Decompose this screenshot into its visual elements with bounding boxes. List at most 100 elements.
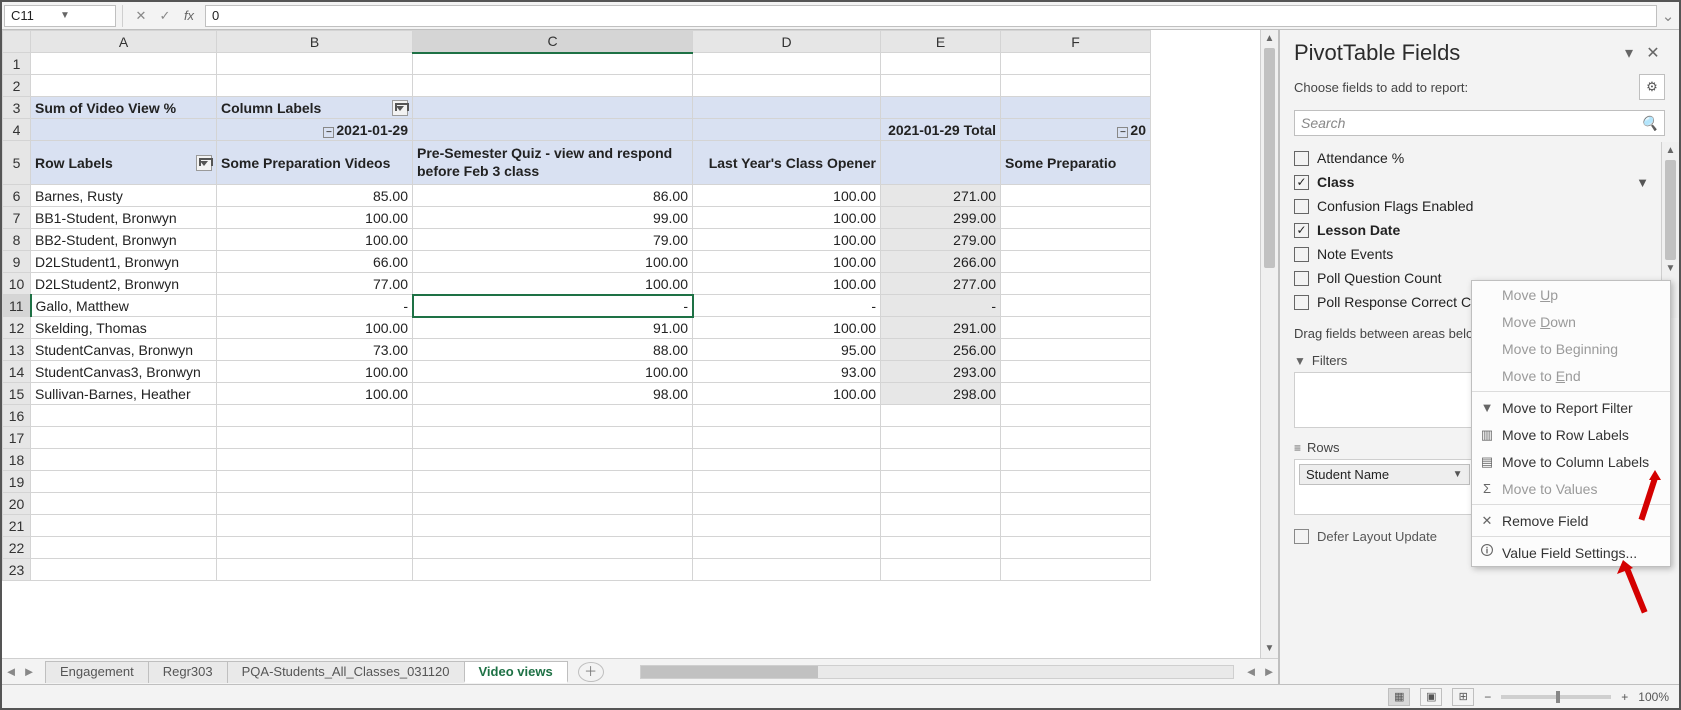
row-header-22[interactable]: 22 [3, 537, 31, 559]
row-label[interactable]: Sullivan-Barnes, Heather [31, 383, 217, 405]
cell[interactable] [693, 449, 881, 471]
val-a[interactable]: 100.00 [217, 229, 413, 251]
vertical-scrollbar[interactable]: ▲ ▼ [1260, 30, 1278, 658]
val-total[interactable]: 277.00 [881, 273, 1001, 295]
row-header-16[interactable]: 16 [3, 405, 31, 427]
subcol-next[interactable]: Some Preparatio [1001, 141, 1151, 185]
row-header-14[interactable]: 14 [3, 361, 31, 383]
cell[interactable] [693, 427, 881, 449]
h-scroll-thumb[interactable] [641, 666, 819, 678]
val-b[interactable]: 100.00 [413, 273, 693, 295]
view-page-layout-icon[interactable]: ▣ [1420, 688, 1442, 706]
row-header-3[interactable]: 3 [3, 97, 31, 119]
cell[interactable] [881, 53, 1001, 75]
pivot-corner[interactable]: Sum of Video View % [31, 97, 217, 119]
horizontal-scrollbar[interactable] [640, 665, 1234, 679]
val-c[interactable]: 93.00 [693, 361, 881, 383]
cell[interactable] [413, 97, 693, 119]
fx-icon[interactable]: fx [177, 8, 201, 23]
h-scroll-right-icon[interactable]: ► [1260, 664, 1278, 679]
cell[interactable] [413, 75, 693, 97]
row-header-6[interactable]: 6 [3, 185, 31, 207]
cell[interactable] [881, 97, 1001, 119]
col-header-D[interactable]: D [693, 31, 881, 53]
val-a[interactable]: 73.00 [217, 339, 413, 361]
val-b[interactable]: 79.00 [413, 229, 693, 251]
field-search-input[interactable]: Search 🔍 [1294, 110, 1665, 136]
field-class[interactable]: ✓Class▼ [1294, 170, 1659, 194]
row-header-11[interactable]: 11 [3, 295, 31, 317]
row-header-4[interactable]: 4 [3, 119, 31, 141]
row-header-17[interactable]: 17 [3, 427, 31, 449]
menu-move-values[interactable]: ΣMove to Values [1472, 475, 1670, 502]
cell[interactable] [881, 141, 1001, 185]
row-label[interactable]: StudentCanvas, Bronwyn [31, 339, 217, 361]
cell[interactable] [1001, 207, 1151, 229]
spreadsheet-grid[interactable]: A B C D E F 123Sum of Video View %Column… [2, 30, 1151, 581]
row-header-20[interactable]: 20 [3, 493, 31, 515]
cell[interactable] [1001, 515, 1151, 537]
field-checkbox[interactable] [1294, 271, 1309, 286]
filters-drop-area[interactable] [1294, 372, 1475, 428]
h-scroll-left-icon[interactable]: ◄ [1242, 664, 1260, 679]
cell[interactable] [31, 75, 217, 97]
cell[interactable] [217, 427, 413, 449]
cell[interactable] [1001, 295, 1151, 317]
menu-move-beginning[interactable]: Move to Beginning [1472, 335, 1670, 362]
cell[interactable] [413, 119, 693, 141]
row-header-10[interactable]: 10 [3, 273, 31, 295]
val-total[interactable]: 291.00 [881, 317, 1001, 339]
expand-formula-icon[interactable]: ⌄ [1661, 7, 1679, 25]
zoom-level[interactable]: 100% [1638, 690, 1669, 704]
cell[interactable] [413, 559, 693, 581]
cell[interactable] [217, 471, 413, 493]
row-label[interactable]: D2LStudent2, Bronwyn [31, 273, 217, 295]
scroll-up-icon[interactable]: ▲ [1261, 30, 1278, 48]
field-confusion-flags-enabled[interactable]: Confusion Flags Enabled [1294, 194, 1659, 218]
cell[interactable] [217, 493, 413, 515]
cell[interactable] [413, 471, 693, 493]
field-lesson-date[interactable]: ✓Lesson Date [1294, 218, 1659, 242]
cell[interactable] [693, 515, 881, 537]
row-header-5[interactable]: 5 [3, 141, 31, 185]
row-header-15[interactable]: 15 [3, 383, 31, 405]
val-a[interactable]: 77.00 [217, 273, 413, 295]
cell[interactable] [31, 427, 217, 449]
cell[interactable] [217, 537, 413, 559]
cell[interactable] [31, 449, 217, 471]
field-checkbox[interactable] [1294, 295, 1309, 310]
cell[interactable] [881, 537, 1001, 559]
val-total[interactable]: 266.00 [881, 251, 1001, 273]
cell[interactable] [413, 515, 693, 537]
menu-value-field-settings[interactable]: 🛈Value Field Settings... [1472, 539, 1670, 566]
sheet-tab-pqa-students-all-classes-031120[interactable]: PQA-Students_All_Classes_031120 [227, 661, 465, 683]
cell[interactable] [413, 427, 693, 449]
val-b[interactable]: 88.00 [413, 339, 693, 361]
val-a[interactable]: 100.00 [217, 207, 413, 229]
formula-input[interactable]: 0 [205, 5, 1657, 27]
val-total[interactable]: - [881, 295, 1001, 317]
cell[interactable] [1001, 537, 1151, 559]
field-checkbox[interactable]: ✓ [1294, 223, 1309, 238]
cell[interactable] [413, 493, 693, 515]
val-b[interactable]: - [413, 295, 693, 317]
pane-close-icon[interactable]: ✕ [1641, 43, 1665, 63]
val-total[interactable]: 298.00 [881, 383, 1001, 405]
cell[interactable] [693, 493, 881, 515]
rows-pill-student-name[interactable]: Student Name ▼ [1299, 464, 1470, 485]
fl-scroll-thumb[interactable] [1665, 160, 1676, 260]
cell[interactable] [1001, 493, 1151, 515]
tab-nav-prev-icon[interactable]: ◄ [2, 664, 20, 679]
enter-icon[interactable]: ✓ [153, 8, 177, 24]
cell[interactable] [693, 471, 881, 493]
menu-move-report-filter[interactable]: ▼Move to Report Filter [1472, 394, 1670, 421]
next-date-group-cell[interactable]: −20 [1001, 119, 1151, 141]
val-c[interactable]: 100.00 [693, 273, 881, 295]
zoom-out-icon[interactable]: − [1484, 690, 1491, 704]
val-b[interactable]: 100.00 [413, 251, 693, 273]
cell[interactable] [693, 559, 881, 581]
add-sheet-button[interactable]: ＋ [578, 662, 604, 682]
pane-options-icon[interactable]: ▾ [1617, 43, 1641, 63]
cell[interactable] [881, 559, 1001, 581]
cell[interactable] [31, 471, 217, 493]
